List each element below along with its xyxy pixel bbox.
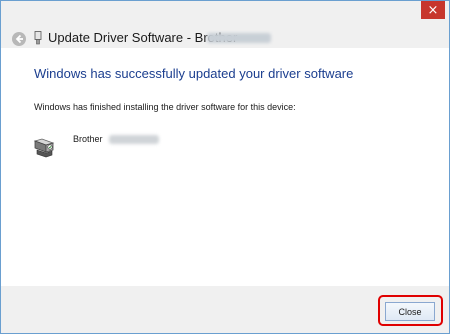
redacted-model-title [207, 33, 271, 43]
back-arrow-icon [15, 34, 23, 44]
printer-icon [33, 138, 55, 158]
close-button[interactable]: Close [385, 302, 435, 321]
success-heading: Windows has successfully updated your dr… [34, 66, 354, 81]
window-close-button[interactable]: × [421, 1, 445, 19]
close-icon: × [427, 2, 439, 18]
content-area: Windows has successfully updated your dr… [1, 48, 449, 286]
device-name: Brother [73, 134, 103, 144]
redacted-model-device [109, 135, 159, 144]
dialog-window: × Update Driver Software - Brother Windo… [0, 0, 450, 334]
finished-message: Windows has finished installing the driv… [34, 102, 296, 112]
title-bar: × Update Driver Software - Brother [1, 1, 449, 47]
usb-device-icon [34, 31, 42, 45]
back-button[interactable] [12, 32, 26, 46]
